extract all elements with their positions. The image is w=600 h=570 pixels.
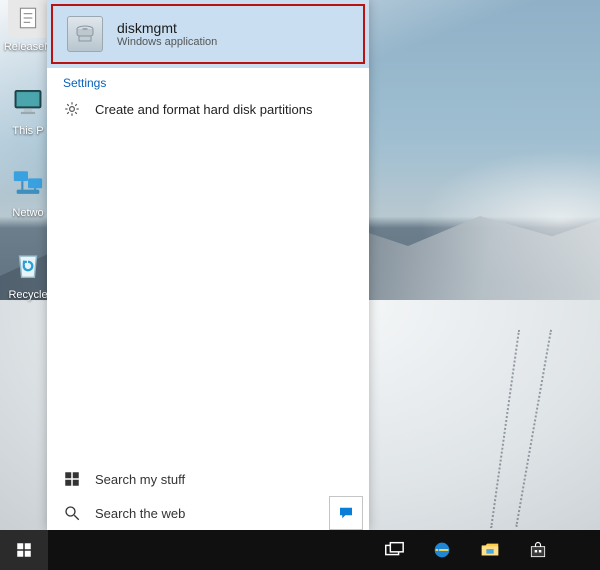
windows-square-icon (63, 470, 81, 488)
taskbar-taskview[interactable] (370, 530, 418, 570)
taskbar (0, 530, 600, 570)
search-footer: Search my stuff Search the web (47, 462, 369, 530)
results-empty-area (47, 124, 369, 462)
store-icon (528, 540, 548, 560)
taskbar-ie[interactable] (418, 530, 466, 570)
best-match-section: diskmgmt Windows application (47, 0, 369, 68)
search-results-panel: diskmgmt Windows application Settings Cr… (47, 0, 369, 530)
settings-result-format-partitions[interactable]: Create and format hard disk partitions (47, 94, 369, 124)
folder-icon (479, 539, 501, 561)
gear-icon (63, 100, 81, 118)
feedback-button[interactable] (329, 496, 363, 530)
taskbar-store[interactable] (514, 530, 562, 570)
taskbar-file-explorer[interactable] (466, 530, 514, 570)
search-my-stuff[interactable]: Search my stuff (47, 462, 369, 496)
settings-result-label: Create and format hard disk partitions (95, 102, 313, 117)
ie-icon (431, 539, 453, 561)
search-my-stuff-label: Search my stuff (95, 472, 185, 487)
best-match-diskmgmt[interactable]: diskmgmt Windows application (51, 4, 365, 64)
search-the-web-label: Search the web (95, 506, 185, 521)
task-view-icon (383, 539, 405, 561)
search-the-web[interactable]: Search the web (47, 496, 329, 530)
search-icon (63, 504, 81, 522)
chat-bubble-icon (337, 504, 355, 522)
disk-drive-icon (67, 16, 103, 52)
windows-logo-icon (15, 541, 33, 559)
settings-section-label: Settings (47, 68, 369, 94)
best-match-subtitle: Windows application (117, 36, 217, 48)
best-match-title: diskmgmt (117, 20, 217, 36)
wallpaper-snow-tracks (528, 330, 530, 530)
start-button[interactable] (0, 530, 48, 570)
